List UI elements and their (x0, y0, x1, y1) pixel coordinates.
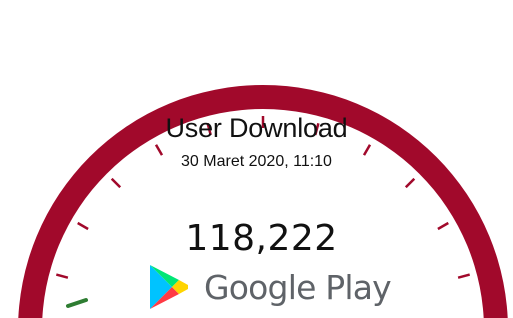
gauge-tick (110, 177, 122, 189)
gauge-tick (55, 273, 69, 279)
gauge-needle-marker (66, 298, 88, 308)
gauge-tick (457, 273, 471, 279)
google-play-logo: Google Play (148, 262, 392, 312)
download-count: 118,222 (185, 218, 338, 259)
gauge-tick (404, 177, 416, 189)
google-play-icon (150, 265, 188, 309)
widget-title: User Download (165, 113, 348, 143)
brand-name: Google Play (204, 267, 392, 307)
widget-timestamp: 30 Maret 2020, 11:10 (181, 153, 332, 170)
